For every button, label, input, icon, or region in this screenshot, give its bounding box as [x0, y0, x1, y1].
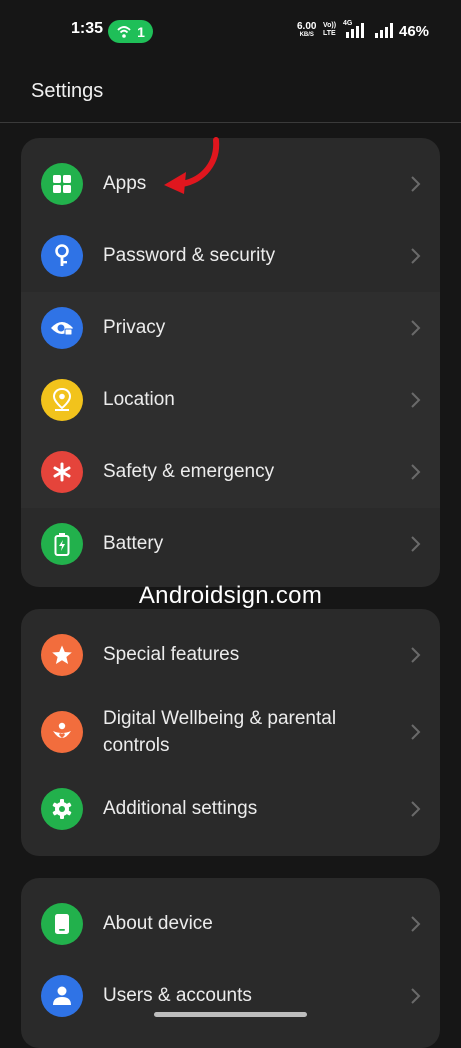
settings-item-label-line2: controls — [103, 735, 170, 756]
settings-group-1: Apps Password & security Privacy Locatio… — [21, 138, 440, 587]
volte-indicator: Vo)) LTE — [323, 22, 336, 38]
settings-item-safety-emergency[interactable]: Safety & emergency — [21, 436, 440, 508]
settings-item-privacy[interactable]: Privacy — [21, 292, 440, 364]
settings-item-label: Password & security — [103, 245, 276, 266]
chevron-right-icon — [411, 176, 421, 192]
hotspot-icon — [117, 25, 131, 38]
settings-item-password-security[interactable]: Password & security — [21, 220, 440, 292]
chevron-right-icon — [411, 248, 421, 264]
phone-icon — [41, 903, 83, 945]
signal-icon — [375, 23, 393, 38]
key-icon — [41, 235, 83, 277]
apps-icon — [41, 163, 83, 205]
chevron-right-icon — [411, 988, 421, 1004]
settings-item-about-device[interactable]: About device — [21, 888, 440, 960]
user-icon — [41, 975, 83, 1017]
header: Settings — [0, 62, 461, 123]
settings-group-3: About device Users & accounts — [21, 878, 440, 1048]
settings-item-label: Apps — [103, 173, 147, 194]
chevron-right-icon — [411, 647, 421, 663]
settings-item-label: Location — [103, 389, 175, 410]
chevron-right-icon — [411, 320, 421, 336]
status-time: 1:35 — [71, 20, 104, 37]
settings-item-label: Special features — [103, 644, 240, 665]
home-indicator[interactable] — [154, 1012, 307, 1017]
location-pin-icon — [41, 379, 83, 421]
network-speed: 6.00 KB/S — [297, 22, 316, 39]
settings-item-digital-wellbeing[interactable]: Digital Wellbeing & parental controls — [21, 691, 440, 773]
settings-item-location[interactable]: Location — [21, 364, 440, 436]
page-title: Settings — [31, 80, 104, 102]
gear-icon — [41, 788, 83, 830]
chevron-right-icon — [411, 392, 421, 408]
chevron-right-icon — [411, 916, 421, 932]
chevron-right-icon — [411, 801, 421, 817]
settings-item-label: Battery — [103, 533, 164, 554]
star-icon — [41, 634, 83, 676]
battery-percentage: 46% — [399, 23, 430, 40]
settings-item-label: About device — [103, 913, 213, 934]
settings-item-additional-settings[interactable]: Additional settings — [21, 773, 440, 845]
settings-item-users-accounts[interactable]: Users & accounts — [21, 960, 440, 1032]
settings-item-special-features[interactable]: Special features — [21, 619, 440, 691]
annotation-arrow-icon — [164, 137, 220, 194]
settings-item-label: Privacy — [103, 317, 166, 338]
chevron-right-icon — [411, 464, 421, 480]
settings-item-label: Digital Wellbeing & parental controls — [103, 705, 336, 759]
privacy-eye-icon — [41, 307, 83, 349]
signal-4g-icon: 4G — [343, 20, 371, 43]
asterisk-icon — [41, 451, 83, 493]
settings-item-label: Safety & emergency — [103, 461, 275, 482]
settings-group-2: Special features Digital Wellbeing & par… — [21, 609, 440, 856]
battery-icon — [41, 523, 83, 565]
settings-item-apps[interactable]: Apps — [21, 148, 440, 220]
wellbeing-icon — [41, 711, 83, 753]
status-bar: 1:35 1 6.00 KB/S Vo)) LTE 4G 46% — [0, 0, 461, 62]
watermark: Androidsign.com — [138, 582, 323, 609]
chevron-right-icon — [411, 724, 421, 740]
network-speed-value: 6.00 — [297, 21, 317, 32]
settings-item-battery[interactable]: Battery — [21, 508, 440, 580]
hotspot-badge[interactable]: 1 — [108, 20, 153, 43]
settings-item-label: Users & accounts — [103, 985, 252, 1006]
settings-item-label: Additional settings — [103, 798, 258, 819]
hotspot-count: 1 — [137, 23, 145, 40]
chevron-right-icon — [411, 536, 421, 552]
network-speed-unit: KB/S — [299, 32, 314, 38]
network-type: 4G — [343, 20, 353, 27]
settings-item-label-line1: Digital Wellbeing & parental — [103, 708, 337, 729]
volte-bottom: LTE — [323, 30, 336, 37]
volte-top: Vo)) — [323, 22, 337, 29]
